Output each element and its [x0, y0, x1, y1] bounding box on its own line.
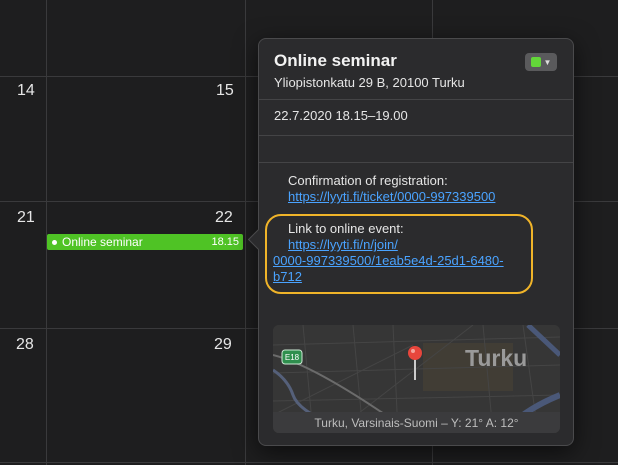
event-time: 18.15	[211, 236, 239, 248]
day-number-15[interactable]: 15	[216, 82, 234, 100]
day-number-28[interactable]: 28	[16, 336, 34, 354]
event-dot-icon	[52, 239, 57, 245]
event-datetime[interactable]: 22.7.2020 18.15–19.00	[274, 108, 408, 123]
event-title: Online seminar	[62, 235, 143, 249]
map-city-label: Turku	[465, 345, 528, 371]
day-number-29[interactable]: 29	[214, 336, 232, 354]
event-detail-popover: Online seminar Yliopistonkatu 29 B, 2010…	[247, 38, 574, 446]
event-title-heading[interactable]: Online seminar	[274, 51, 397, 71]
calendar-color-picker[interactable]: ▼	[525, 53, 557, 71]
day-number-21[interactable]: 21	[17, 209, 35, 227]
chevron-down-icon: ▼	[543, 57, 552, 67]
event-location[interactable]: Yliopistonkatu 29 B, 20100 Turku	[274, 75, 465, 90]
online-event-link-line2[interactable]: 0000-997339500/1eab5e4d-25d1-6480-	[273, 253, 504, 268]
confirmation-label: Confirmation of registration:	[288, 173, 448, 188]
online-event-link-line3[interactable]: b712	[273, 269, 302, 284]
grid-line	[245, 0, 246, 465]
day-number-14[interactable]: 14	[17, 82, 35, 100]
day-number-22[interactable]: 22	[215, 209, 233, 227]
grid-line	[46, 0, 47, 465]
divider	[259, 135, 573, 136]
divider	[259, 99, 573, 100]
confirmation-link[interactable]: https://lyyti.fi/ticket/0000-997339500	[288, 189, 495, 204]
grid-line	[0, 462, 618, 463]
online-event-link-line1[interactable]: https://lyyti.fi/n/join/	[288, 237, 398, 252]
map-weather-footer: Turku, Varsinais-Suomi – Y: 21° A: 12°	[273, 412, 560, 433]
color-swatch	[530, 57, 541, 67]
road-badge-text: E18	[285, 353, 300, 362]
calendar-event-online-seminar[interactable]: Online seminar 18.15	[47, 234, 243, 250]
location-map[interactable]: E18 Turku Turku, Varsinais-Suomi – Y: 21…	[273, 325, 560, 433]
divider	[259, 162, 573, 163]
online-event-label: Link to online event:	[288, 221, 404, 236]
